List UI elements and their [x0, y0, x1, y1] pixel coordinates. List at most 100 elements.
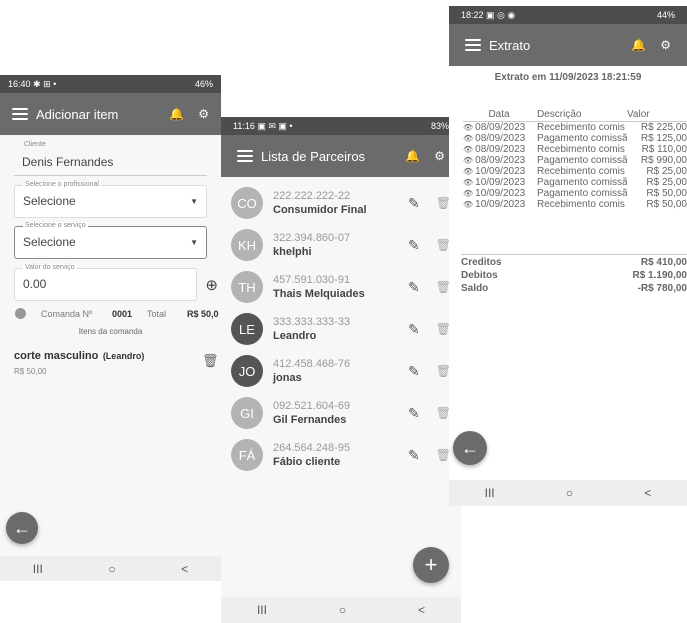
- cliente-field[interactable]: Cliente Denis Fernandes: [14, 141, 207, 176]
- screen-lista-parceiros: 11:16 ▣ ✉ ▣ • 83% Lista de Parceiros 🔔 ⚙…: [221, 117, 461, 623]
- list-item[interactable]: GI 092.521.604-69 Gil Fernandes ✎ 🗑: [231, 393, 451, 433]
- edit-icon[interactable]: ✎: [408, 363, 420, 380]
- eye-icon[interactable]: 👁: [463, 145, 473, 154]
- row-value: R$ 50,00: [646, 188, 687, 199]
- partner-document: 264.564.248-95: [273, 442, 351, 454]
- list-item[interactable]: KH 322.394.860-07 khelphi ✎ 🗑: [231, 225, 451, 265]
- trash-icon[interactable]: 🗑: [202, 353, 219, 369]
- recent-apps-icon[interactable]: III: [33, 562, 43, 576]
- date-cell: 👁 08/09/2023: [463, 155, 535, 166]
- table-row[interactable]: 👁 08/09/2023 Recebimento comis R$ 225,00: [463, 122, 687, 133]
- row-description: Recebimento comis: [537, 199, 625, 210]
- column-header: Valor: [627, 109, 650, 120]
- edit-icon[interactable]: ✎: [408, 405, 420, 422]
- partner-document: 222.222.222-22: [273, 190, 351, 202]
- list-item[interactable]: LE 333.333.333-33 Leandro ✎ 🗑: [231, 309, 451, 349]
- eye-icon[interactable]: 👁: [463, 123, 473, 132]
- cliente-value: Denis Fernandes: [22, 155, 114, 169]
- date-cell: 👁 10/09/2023: [463, 166, 535, 177]
- eye-icon[interactable]: 👁: [463, 134, 473, 143]
- edit-icon[interactable]: ✎: [408, 321, 420, 338]
- servico-select[interactable]: Selecione o serviço Selecione ▼: [14, 222, 207, 259]
- back-icon[interactable]: <: [644, 486, 651, 500]
- valor-input[interactable]: Valor do serviço 0.00: [14, 264, 197, 301]
- table-row[interactable]: 👁 10/09/2023 Pagamento comissã R$ 50,00: [463, 188, 687, 199]
- table-row[interactable]: 👁 08/09/2023 Pagamento comissã R$ 990,00: [463, 155, 687, 166]
- status-time: 18:22: [461, 9, 484, 20]
- profissional-select[interactable]: Selecione o profissional Selecione ▼: [14, 181, 207, 218]
- add-fab[interactable]: +: [413, 547, 449, 583]
- date-cell: 👁 10/09/2023: [463, 188, 535, 199]
- edit-icon[interactable]: ✎: [408, 279, 420, 296]
- list-item[interactable]: CO 222.222.222-22 Consumidor Final ✎ 🗑: [231, 183, 451, 223]
- eye-icon[interactable]: 👁: [463, 178, 473, 187]
- partner-info: 457.591.030-91 Thais Melquiades: [273, 274, 408, 300]
- date-cell: 👁 10/09/2023: [463, 177, 535, 188]
- bell-icon[interactable]: 🔔: [631, 38, 646, 52]
- row-value: R$ 990,00: [640, 155, 687, 166]
- back-fab[interactable]: ←: [6, 512, 38, 544]
- eye-icon[interactable]: 👁: [463, 189, 473, 198]
- partner-name: Leandro: [273, 330, 317, 342]
- table-row[interactable]: 👁 10/09/2023 Pagamento comissã R$ 25,00: [463, 177, 687, 188]
- list-item[interactable]: TH 457.591.030-91 Thais Melquiades ✎ 🗑: [231, 267, 451, 307]
- back-icon[interactable]: <: [418, 603, 425, 617]
- partner-info: 333.333.333-33 Leandro: [273, 316, 408, 342]
- status-time: 11:16: [233, 120, 255, 131]
- list-item[interactable]: corte masculino (Leandro) R$ 50,00: [14, 346, 221, 376]
- home-icon[interactable]: ○: [339, 603, 346, 617]
- recent-apps-icon[interactable]: III: [257, 603, 267, 617]
- eye-icon[interactable]: 👁: [463, 156, 473, 165]
- battery-level: 83%: [430, 121, 449, 131]
- edit-icon[interactable]: ✎: [408, 195, 420, 212]
- plus-icon: +: [424, 552, 438, 577]
- table-row[interactable]: 👁 10/09/2023 Recebimento comis R$ 50,00: [463, 199, 687, 210]
- table-row[interactable]: 👁 08/09/2023 Recebimento comis R$ 110,00: [463, 144, 687, 155]
- status-icons: ✱ ⊞ •: [33, 78, 57, 89]
- table-row[interactable]: 👁 10/09/2023 Recebimento comis R$ 25,00: [463, 166, 687, 177]
- back-fab[interactable]: ←: [453, 431, 487, 465]
- profissional-value: Selecione: [23, 194, 76, 208]
- menu-icon[interactable]: [237, 150, 253, 162]
- list-item[interactable]: FÁ 264.564.248-95 Fábio cliente ✎ 🗑: [231, 435, 451, 475]
- partner-name: Gil Fernandes: [273, 414, 347, 426]
- creditos-label: Creditos: [461, 257, 502, 268]
- table-row[interactable]: 👁 08/09/2023 Pagamento comissã R$ 125,00: [463, 133, 687, 144]
- avatar: CO: [231, 187, 263, 219]
- partner-info: 222.222.222-22 Consumidor Final: [273, 190, 408, 216]
- row-date: 08/09/2023: [475, 133, 526, 144]
- back-icon[interactable]: <: [181, 562, 188, 576]
- arrow-back-icon: ←: [461, 437, 479, 458]
- eye-icon[interactable]: 👁: [463, 200, 473, 209]
- system-nav-bar: III ○ <: [449, 480, 687, 506]
- saldo-label: Saldo: [461, 283, 489, 294]
- status-bar: 11:16 ▣ ✉ ▣ • 83%: [221, 117, 461, 135]
- dropdown-caret-icon: ▼: [190, 197, 198, 206]
- row-value: R$ 125,00: [640, 133, 687, 144]
- eye-icon[interactable]: 👁: [463, 167, 473, 176]
- table-header: Data Descrição Valor: [463, 108, 687, 122]
- menu-icon[interactable]: [12, 108, 28, 120]
- row-date: 08/09/2023: [475, 122, 526, 133]
- item-name: corte masculino: [14, 350, 99, 362]
- home-icon[interactable]: ○: [566, 486, 573, 500]
- add-circle-icon[interactable]: ⊕: [205, 276, 218, 294]
- menu-icon[interactable]: [465, 39, 481, 51]
- bell-icon[interactable]: 🔔: [169, 107, 184, 121]
- gear-icon[interactable]: ⚙: [434, 149, 445, 163]
- list-item[interactable]: JO 412.458.468-76 jonas ✎ 🗑: [231, 351, 451, 391]
- gear-icon[interactable]: ⚙: [660, 38, 671, 52]
- edit-icon[interactable]: ✎: [408, 237, 420, 254]
- creditos-value: R$ 410,00: [640, 257, 687, 268]
- bell-icon[interactable]: 🔔: [405, 149, 420, 163]
- extrato-heading: Extrato em 11/09/2023 18:21:59: [494, 72, 642, 83]
- home-icon[interactable]: ○: [108, 562, 115, 576]
- row-description: Pagamento comissã: [537, 155, 627, 166]
- date-cell: 👁 08/09/2023: [463, 144, 535, 155]
- gear-icon[interactable]: ⚙: [198, 107, 209, 121]
- cliente-label: Cliente: [24, 141, 46, 148]
- column-header: Data: [488, 109, 510, 120]
- row-date: 08/09/2023: [475, 155, 526, 166]
- edit-icon[interactable]: ✎: [408, 447, 420, 464]
- recent-apps-icon[interactable]: III: [485, 486, 495, 500]
